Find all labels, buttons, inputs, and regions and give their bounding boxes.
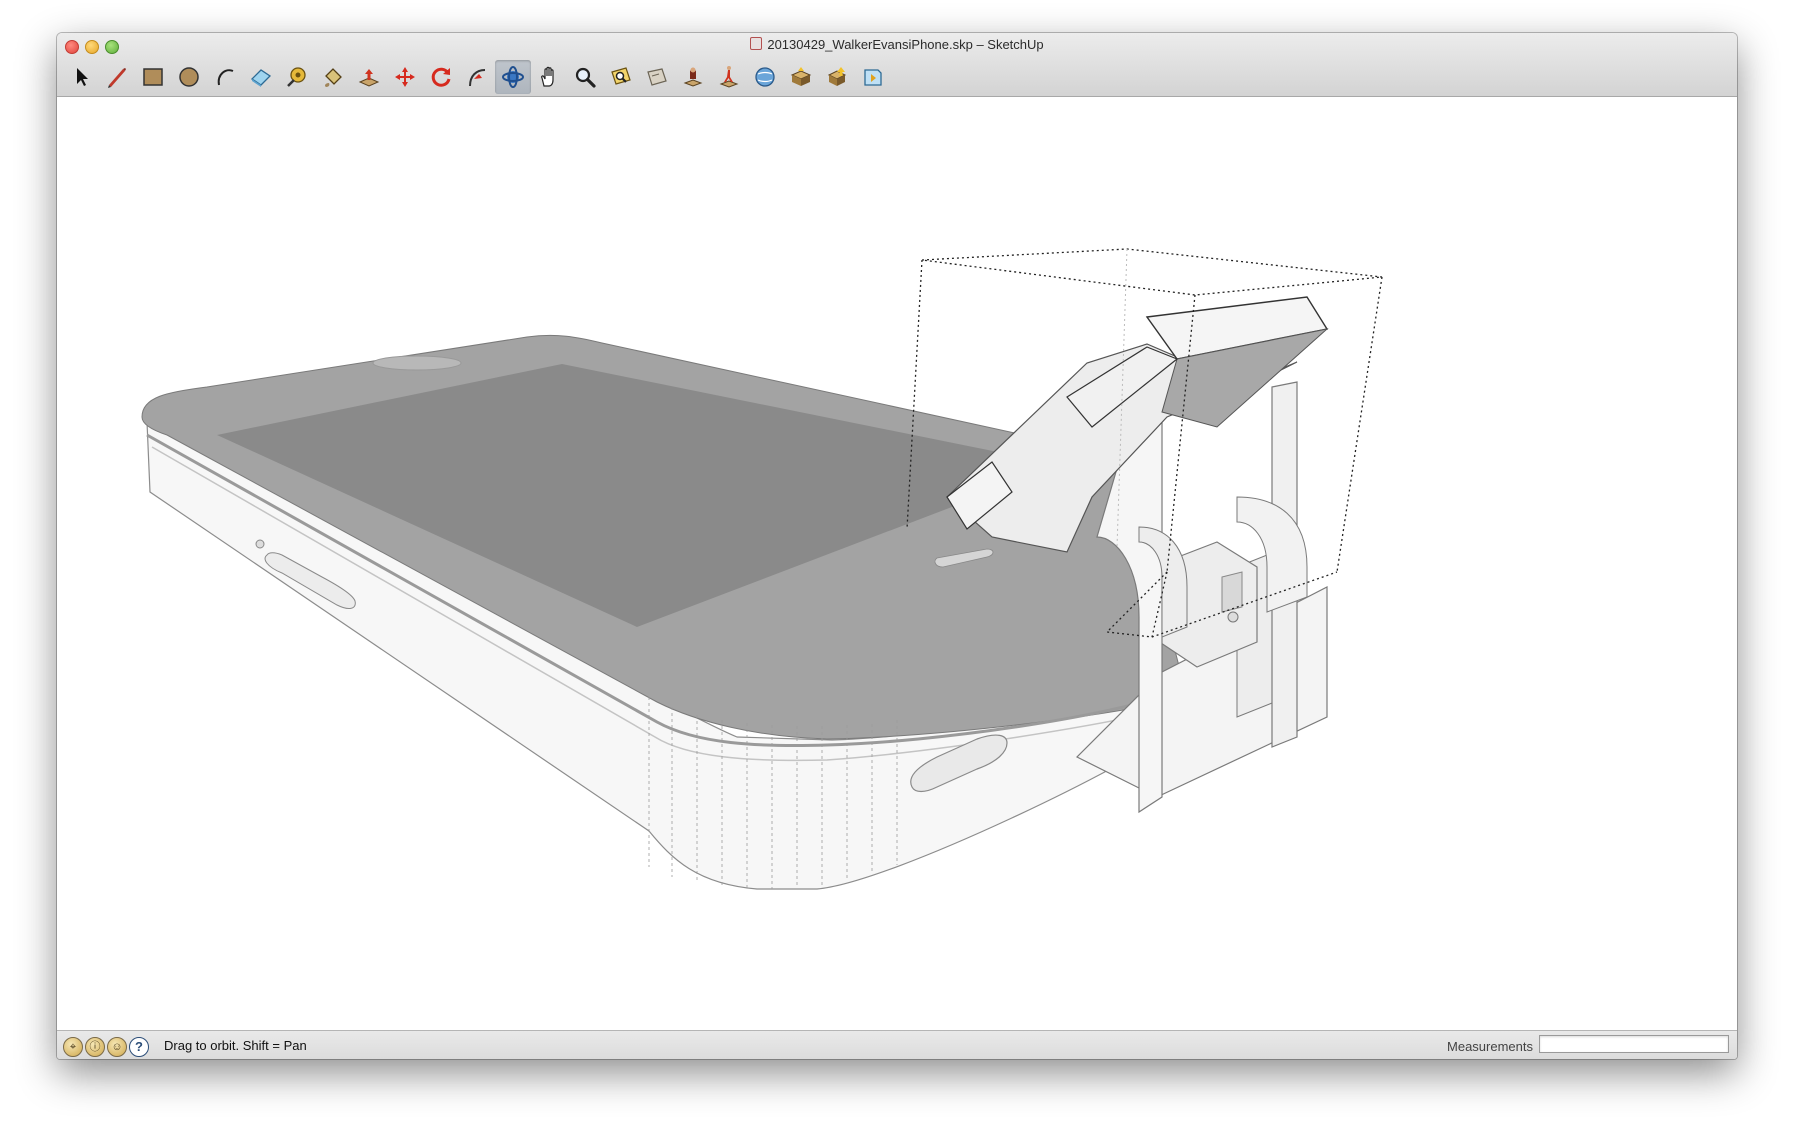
tape-measure-tool-button[interactable]: [279, 60, 315, 94]
orbit-icon: [502, 66, 524, 88]
help-icon[interactable]: ?: [129, 1037, 149, 1057]
position-camera-icon: [683, 67, 703, 87]
measurements-input[interactable]: [1539, 1035, 1729, 1053]
circle-icon: [179, 67, 199, 87]
previous-view-tool-button[interactable]: [639, 60, 675, 94]
getting-started-toolbar: [63, 60, 891, 94]
measurements-label: Measurements: [1447, 1039, 1533, 1054]
move-icon: [395, 67, 415, 87]
pan-tool-button[interactable]: [531, 60, 567, 94]
sketchup-window: 20130429_WalkerEvansiPhone.skp – SketchU…: [57, 33, 1737, 1059]
window-title-text: 20130429_WalkerEvansiPhone.skp – SketchU…: [767, 37, 1044, 52]
arc-tool-button[interactable]: [207, 60, 243, 94]
geo-location-icon[interactable]: ⌖: [63, 1037, 83, 1057]
eraser-tool-button[interactable]: [243, 60, 279, 94]
share-component-tool-button[interactable]: [819, 60, 855, 94]
paint-bucket-icon: [325, 68, 342, 87]
zoom-icon: [575, 67, 596, 88]
model-viewport[interactable]: [57, 97, 1737, 1030]
select-tool-button[interactable]: [63, 60, 99, 94]
walk-icon: [719, 66, 739, 88]
title-bar: 20130429_WalkerEvansiPhone.skp – SketchU…: [57, 33, 1737, 97]
pencil-tool-button[interactable]: [99, 60, 135, 94]
follow-me-tool-button[interactable]: [459, 60, 495, 94]
extension-warehouse-icon: [864, 69, 882, 86]
share-component-icon: [827, 67, 847, 86]
get-models-tool-button[interactable]: [747, 60, 783, 94]
paint-bucket-tool-button[interactable]: [315, 60, 351, 94]
speaker-grille: [372, 355, 462, 371]
walk-tool-button[interactable]: [711, 60, 747, 94]
credits-icon[interactable]: ⓘ: [85, 1037, 105, 1057]
move-tool-button[interactable]: [387, 60, 423, 94]
select-arrow-icon: [77, 68, 88, 86]
extension-warehouse-tool-button[interactable]: [855, 60, 891, 94]
status-hint-text: Drag to orbit. Shift = Pan: [164, 1038, 307, 1053]
share-model-tool-button[interactable]: [783, 60, 819, 94]
eraser-icon: [250, 69, 272, 87]
rotate-tool-button[interactable]: [423, 60, 459, 94]
status-bar: ⌖ ⓘ ☺ ? Drag to orbit. Shift = Pan Measu…: [57, 1030, 1737, 1059]
follow-me-icon: [469, 69, 486, 87]
rotate-icon: [431, 67, 451, 87]
share-model-icon: [790, 67, 812, 86]
push-pull-tool-button[interactable]: [351, 60, 387, 94]
zoom-extents-icon: [611, 67, 631, 85]
iphone-model-drawing: [141, 248, 1383, 890]
sign-in-icon[interactable]: ☺: [107, 1037, 127, 1057]
orbit-tool-button[interactable]: [495, 60, 531, 94]
window-title: 20130429_WalkerEvansiPhone.skp – SketchU…: [57, 37, 1737, 52]
get-models-icon: [755, 67, 775, 87]
rectangle-tool-button[interactable]: [135, 60, 171, 94]
arc-icon: [217, 69, 234, 86]
push-pull-icon: [358, 69, 380, 87]
pencil-icon: [108, 68, 126, 88]
document-icon: [750, 37, 763, 50]
position-camera-tool-button[interactable]: [675, 60, 711, 94]
tape-measure-icon: [287, 67, 306, 87]
circle-tool-button[interactable]: [171, 60, 207, 94]
pan-hand-icon: [541, 66, 554, 87]
zoom-tool-button[interactable]: [567, 60, 603, 94]
rectangle-icon: [143, 68, 163, 86]
zoom-extents-tool-button[interactable]: [603, 60, 639, 94]
previous-view-icon: [647, 68, 667, 86]
